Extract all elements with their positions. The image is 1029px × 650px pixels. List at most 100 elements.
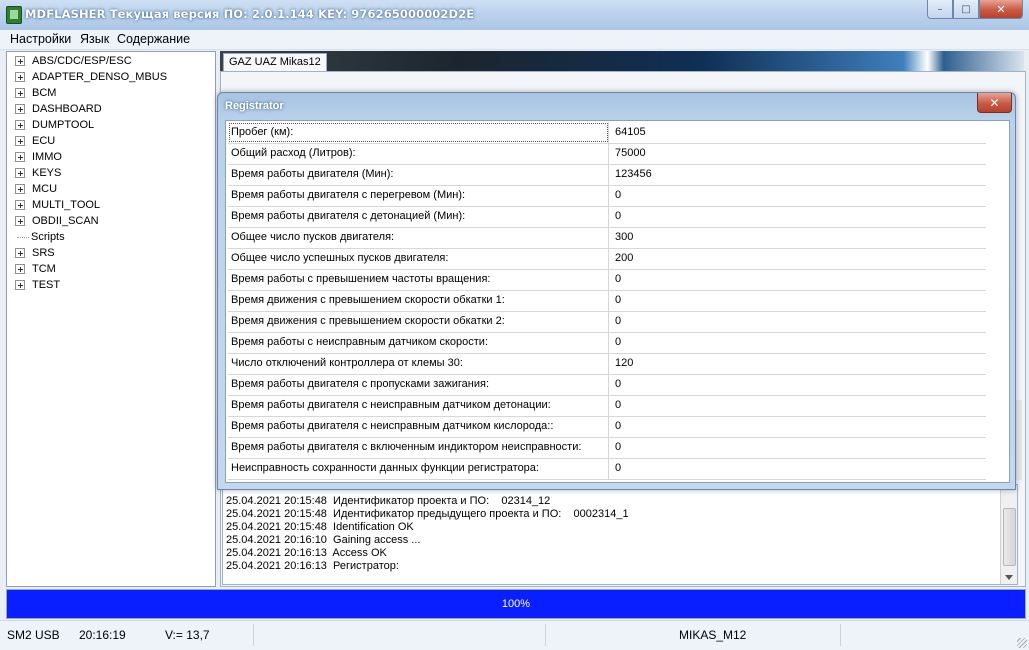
tree-item[interactable]: TCM [15, 261, 56, 277]
window-title: MDFLASHER Текущая версия ПО: 2.0.1.144 K… [25, 7, 475, 21]
row-value[interactable]: 0 [609, 395, 986, 416]
table-row[interactable]: Общий расход (Литров): 75000 [228, 143, 986, 165]
resize-grip-icon[interactable] [1017, 638, 1027, 648]
status-divider [253, 624, 254, 646]
row-value[interactable]: 0 [609, 437, 986, 458]
table-row[interactable]: Общее число пусков двигателя: 300 [228, 227, 986, 249]
table-row[interactable]: Время движения с превышением скорости об… [228, 290, 986, 312]
row-value[interactable]: 120 [609, 353, 986, 374]
expand-plus-icon[interactable] [15, 152, 25, 162]
tree-item-label: OBDII_SCAN [32, 215, 99, 227]
row-value[interactable]: 0 [609, 332, 986, 353]
tree-item-label: IMMO [32, 151, 62, 163]
row-value[interactable]: 0 [609, 458, 986, 479]
expand-plus-icon[interactable] [15, 200, 25, 210]
status-time: 20:16:19 [79, 628, 126, 642]
table-row[interactable]: Неисправность сохранности данных функции… [228, 458, 986, 480]
row-value[interactable]: 75000 [609, 143, 986, 164]
tab-gaz-uaz-mikas12[interactable]: GAZ UAZ Mikas12 [223, 53, 327, 72]
tree-item[interactable]: IMMO [15, 149, 62, 165]
registrator-dialog: Registrator ✕ Пробег (км): 64105 Общий рас… [217, 92, 1016, 490]
status-divider [840, 624, 841, 646]
menu-language[interactable]: Язык [80, 32, 109, 46]
row-label: Время работы двигателя с неисправным дат… [228, 416, 609, 437]
expand-plus-icon[interactable] [15, 136, 25, 146]
row-value[interactable]: 0 [609, 311, 986, 332]
row-value[interactable]: 300 [609, 227, 986, 248]
table-row[interactable]: Время работы двигателя с неисправным дат… [228, 416, 986, 438]
row-value[interactable]: 200 [609, 248, 986, 269]
tree-item[interactable]: MCU [15, 181, 57, 197]
row-label: Время работы двигателя с перегревом (Мин… [228, 185, 609, 206]
row-label: Время работы двигателя с пропусками зажи… [228, 374, 609, 395]
menu-settings[interactable]: Настройки [10, 32, 71, 46]
minimize-button[interactable]: – [927, 0, 953, 19]
expand-plus-icon[interactable] [15, 120, 25, 130]
menu-bar: Настройки Язык Содержание [0, 30, 1029, 50]
tree-item[interactable]: SRS [15, 245, 55, 261]
row-label: Время движения с превышением скорости об… [228, 311, 609, 332]
expand-plus-icon[interactable] [15, 280, 25, 290]
log-scrollbar[interactable] [1000, 485, 1017, 584]
expand-plus-icon[interactable] [15, 248, 25, 258]
table-row[interactable]: Время работы с неисправным датчиком скор… [228, 332, 986, 354]
tree-item[interactable]: MULTI_TOOL [15, 197, 100, 213]
expand-plus-icon[interactable] [15, 56, 25, 66]
row-value[interactable]: 0 [609, 416, 986, 437]
expand-plus-icon[interactable] [15, 184, 25, 194]
dialog-title: Registrator [225, 100, 284, 112]
table-row[interactable]: Число отключений контроллера от клемы 30… [228, 353, 986, 375]
tree-item[interactable]: OBDII_SCAN [15, 213, 99, 229]
row-label: Неисправность сохранности данных функции… [228, 458, 609, 479]
expand-plus-icon[interactable] [15, 88, 25, 98]
row-value[interactable]: 0 [609, 206, 986, 227]
tree-item[interactable]: DUMPTOOL [15, 117, 94, 133]
tree-item[interactable]: ADAPTER_DENSO_MBUS [15, 69, 167, 85]
tree-item-label: SRS [32, 247, 55, 259]
table-row[interactable]: Пробег (км): 64105 [228, 122, 986, 144]
table-row[interactable]: Время работы двигателя с неисправным дат… [228, 395, 986, 417]
table-row[interactable]: Время работы двигателя с детонацией (Мин… [228, 206, 986, 228]
table-row[interactable]: Время движения с превышением скорости об… [228, 311, 986, 333]
expand-plus-icon[interactable] [15, 72, 25, 82]
row-value[interactable]: 123456 [609, 164, 986, 185]
row-label: Время работы двигателя с детонацией (Мин… [228, 206, 609, 227]
row-value[interactable]: 64105 [609, 122, 986, 143]
close-button[interactable]: ✕ [979, 0, 1023, 19]
row-value[interactable]: 0 [609, 290, 986, 311]
table-row[interactable]: Время работы двигателя (Мин): 123456 [228, 164, 986, 186]
expand-plus-icon[interactable] [15, 104, 25, 114]
title-bar: MDFLASHER Текущая версия ПО: 2.0.1.144 K… [0, 0, 1029, 31]
expand-plus-icon[interactable] [15, 264, 25, 274]
tree-item-label: BCM [32, 87, 57, 99]
expand-plus-icon[interactable] [15, 168, 25, 178]
tree-item-label: ADAPTER_DENSO_MBUS [32, 71, 168, 83]
menu-contents[interactable]: Содержание [117, 32, 190, 46]
log-line: 25.04.2021 20:15:48 Идентификатор проект… [226, 495, 551, 507]
tree-item-label: TEST [32, 279, 61, 291]
tree-item[interactable]: TEST [15, 277, 60, 293]
table-row[interactable]: Время работы с превышением частоты враще… [228, 269, 986, 291]
tree-item-label: MULTI_TOOL [32, 199, 101, 211]
table-row[interactable]: Общее число успешных пусков двигателя: 20… [228, 248, 986, 270]
tree-item[interactable]: ECU [15, 133, 55, 149]
tree-item[interactable]: Scripts [15, 229, 65, 245]
tree-item[interactable]: BCM [15, 85, 56, 101]
table-row[interactable]: Время работы двигателя с включенным инди… [228, 437, 986, 459]
status-bar: SM2 USB 20:16:19 V:= 13,7 MIKAS_M12 [0, 620, 1029, 650]
maximize-button[interactable]: □ [953, 0, 979, 19]
scroll-down-icon[interactable] [1005, 575, 1013, 580]
row-label: Общее число пусков двигателя: [228, 227, 609, 248]
tree-item-label: TCM [32, 263, 56, 275]
expand-plus-icon[interactable] [15, 216, 25, 226]
tree-item[interactable]: DASHBOARD [15, 101, 102, 117]
tree-item[interactable]: KEYS [15, 165, 61, 181]
table-row[interactable]: Время работы двигателя с перегревом (Мин… [228, 185, 986, 207]
table-row[interactable]: Время работы двигателя с пропусками зажи… [228, 374, 986, 396]
row-value[interactable]: 0 [609, 269, 986, 290]
row-value[interactable]: 0 [609, 185, 986, 206]
dialog-close-button[interactable]: ✕ [977, 93, 1012, 113]
log-scroll-thumb[interactable] [1003, 508, 1016, 566]
tree-item[interactable]: ABS/CDC/ESP/ESC [15, 53, 132, 69]
row-value[interactable]: 0 [609, 374, 986, 395]
